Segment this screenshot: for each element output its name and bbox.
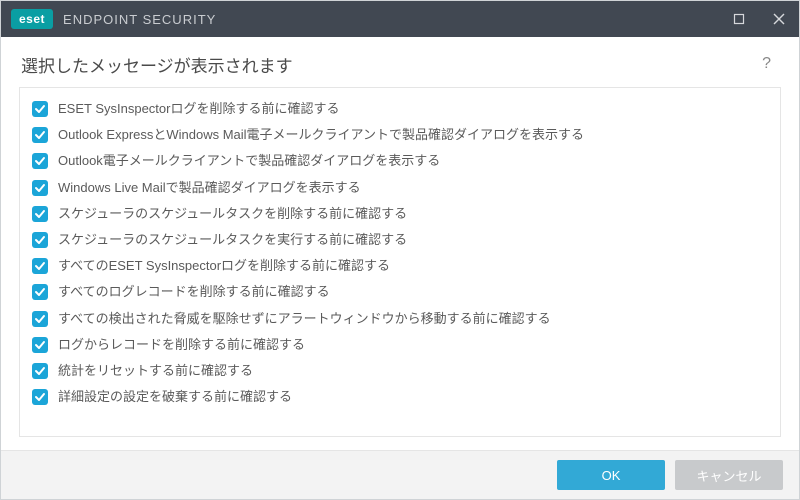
- check-label: Outlook電子メールクライアントで製品確認ダイアログを表示する: [58, 152, 440, 170]
- check-label: Windows Live Mailで製品確認ダイアログを表示する: [58, 179, 361, 197]
- close-icon: [773, 13, 785, 25]
- ok-button[interactable]: OK: [557, 460, 665, 490]
- check-label: すべてのログレコードを削除する前に確認する: [58, 283, 330, 301]
- check-icon: [34, 155, 46, 167]
- check-row: すべての検出された脅威を駆除せずにアラートウィンドウから移動する前に確認する: [28, 306, 770, 332]
- check-row: Windows Live Mailで製品確認ダイアログを表示する: [28, 175, 770, 201]
- check-row: ESET SysInspectorログを削除する前に確認する: [28, 96, 770, 122]
- checkbox[interactable]: [32, 127, 48, 143]
- maximize-icon: [733, 13, 745, 25]
- dialog-footer: OK キャンセル: [1, 450, 799, 499]
- check-label: ESET SysInspectorログを削除する前に確認する: [58, 100, 339, 118]
- check-row: すべてのログレコードを削除する前に確認する: [28, 279, 770, 305]
- check-label: スケジューラのスケジュールタスクを削除する前に確認する: [58, 205, 407, 223]
- check-label: スケジューラのスケジュールタスクを実行する前に確認する: [58, 231, 407, 249]
- close-button[interactable]: [759, 1, 799, 37]
- check-icon: [34, 313, 46, 325]
- dialog-header: 選択したメッセージが表示されます ?: [1, 37, 799, 87]
- checklist: ESET SysInspectorログを削除する前に確認する Outlook Ex…: [20, 88, 780, 418]
- check-row: ログからレコードを削除する前に確認する: [28, 332, 770, 358]
- check-label: 統計をリセットする前に確認する: [58, 362, 253, 380]
- checkbox[interactable]: [32, 389, 48, 405]
- dialog-title: 選択したメッセージが表示されます: [21, 52, 293, 77]
- brand-badge: eset: [11, 9, 53, 29]
- check-row: すべてのESET SysInspectorログを削除する前に確認する: [28, 253, 770, 279]
- check-label: ログからレコードを削除する前に確認する: [58, 336, 305, 354]
- brand-name: ENDPOINT SECURITY: [63, 12, 216, 27]
- check-row: スケジューラのスケジュールタスクを実行する前に確認する: [28, 227, 770, 253]
- checkbox[interactable]: [32, 337, 48, 353]
- check-icon: [34, 182, 46, 194]
- check-row: Outlook電子メールクライアントで製品確認ダイアログを表示する: [28, 148, 770, 174]
- minimize-button[interactable]: [719, 1, 759, 37]
- check-row: 詳細設定の設定を破棄する前に確認する: [28, 384, 770, 410]
- checkbox[interactable]: [32, 311, 48, 327]
- check-label: 詳細設定の設定を破棄する前に確認する: [58, 388, 292, 406]
- cancel-button[interactable]: キャンセル: [675, 460, 783, 490]
- help-button[interactable]: ?: [754, 51, 779, 77]
- dialog-window: eset ENDPOINT SECURITY 選択したメッセージが表示されます …: [0, 0, 800, 500]
- checkbox[interactable]: [32, 258, 48, 274]
- check-label: すべてのESET SysInspectorログを削除する前に確認する: [58, 257, 390, 275]
- check-label: すべての検出された脅威を駆除せずにアラートウィンドウから移動する前に確認する: [58, 310, 551, 328]
- check-icon: [34, 103, 46, 115]
- checklist-scroll[interactable]: ESET SysInspectorログを削除する前に確認する Outlook Ex…: [19, 87, 781, 437]
- check-icon: [34, 339, 46, 351]
- check-row: スケジューラのスケジュールタスクを削除する前に確認する: [28, 201, 770, 227]
- check-icon: [34, 208, 46, 220]
- check-icon: [34, 260, 46, 272]
- checkbox[interactable]: [32, 153, 48, 169]
- checkbox[interactable]: [32, 232, 48, 248]
- check-icon: [34, 129, 46, 141]
- check-icon: [34, 234, 46, 246]
- check-label: Outlook ExpressとWindows Mail電子メールクライアントで…: [58, 126, 584, 144]
- titlebar-controls: [719, 1, 799, 37]
- check-row: Outlook ExpressとWindows Mail電子メールクライアントで…: [28, 122, 770, 148]
- checkbox[interactable]: [32, 206, 48, 222]
- check-icon: [34, 286, 46, 298]
- checkbox[interactable]: [32, 363, 48, 379]
- checkbox[interactable]: [32, 180, 48, 196]
- check-icon: [34, 365, 46, 377]
- check-icon: [34, 391, 46, 403]
- titlebar: eset ENDPOINT SECURITY: [1, 1, 799, 37]
- checkbox[interactable]: [32, 101, 48, 117]
- check-row: 統計をリセットする前に確認する: [28, 358, 770, 384]
- checkbox[interactable]: [32, 284, 48, 300]
